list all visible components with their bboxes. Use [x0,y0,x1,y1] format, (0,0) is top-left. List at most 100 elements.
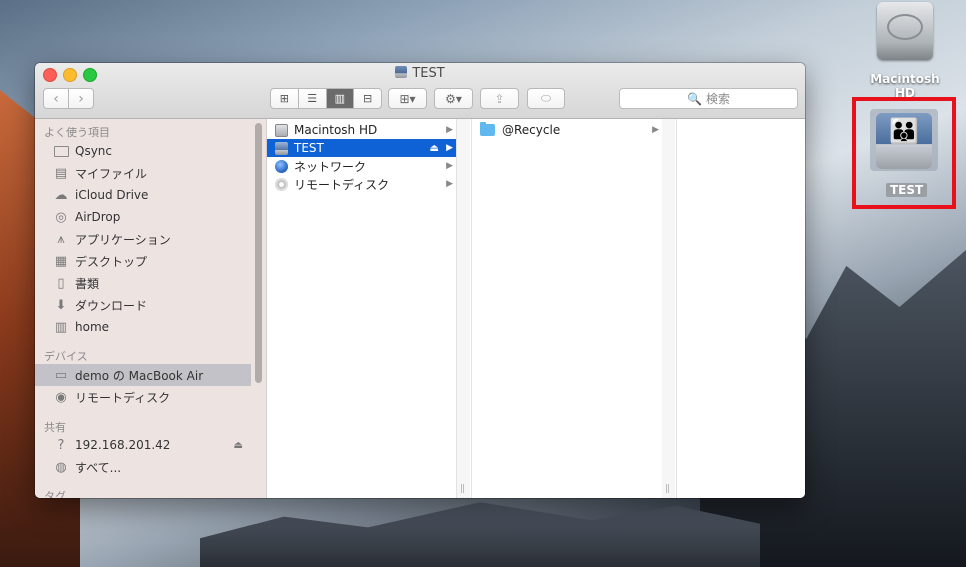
sidebar-item-my-files[interactable]: ▤ マイファイル [35,162,251,184]
row-label: リモートディスク [294,177,390,192]
arrange-button[interactable]: ⊞▾ [388,88,427,109]
laptop-icon: ▭ [54,367,68,383]
sidebar-item-downloads[interactable]: ⬇ ダウンロード [35,294,251,316]
sidebar-scrollbar[interactable] [255,123,262,383]
sidebar-item-label: すべて... [75,460,122,475]
network-volume-icon [274,141,288,155]
cover-flow-icon: ⊟ [363,92,373,105]
hard-drive-icon [877,2,933,60]
tag-button[interactable]: ⬭ [527,88,565,109]
sidebar-item-label: home [75,320,110,334]
sidebar-item-desktop[interactable]: ▦ デスクトップ [35,250,251,272]
column-row-test[interactable]: TEST ⏏ ▶ [267,139,456,157]
remote-disc-icon: ◉ [55,389,67,405]
cd-icon [274,177,288,191]
sidebar-item-label: iCloud Drive [75,188,149,202]
globe-icon [274,159,288,173]
column-row-remote-disc[interactable]: リモートディスク ▶ [267,175,456,193]
sidebar-item-label: マイファイル [75,166,148,181]
search-icon: 🔍 [687,91,702,106]
browser-column-3 [676,119,805,498]
sidebar-item-server[interactable]: ? 192.168.201.42 ⏏ [35,434,251,456]
column-resize-handle-icon[interactable]: || [460,484,465,494]
gear-icon: ⚙▾ [445,91,462,106]
disclosure-arrow-icon: ▶ [652,125,659,135]
action-button[interactable]: ⚙▾ [434,88,473,109]
network-icon: ◍ [55,459,67,475]
downloads-icon: ⬇ [55,297,67,313]
column-divider[interactable]: || [457,119,470,498]
desktop-icon-label: Macintosh HD [870,72,940,100]
sidebar-item-documents[interactable]: ▯ 書類 [35,272,251,294]
sidebar-item-macbook-air[interactable]: ▭ demo の MacBook Air [35,364,251,386]
column-row-macintosh-hd[interactable]: Macintosh HD ▶ [267,121,456,139]
applications-icon: ⩚ [57,231,65,247]
columns-icon: ▥ [334,92,346,105]
finder-window: TEST ‹ › ⊞ ☰ ▥ ⊟ ⊞▾ ⚙▾ ⇪ ⬭ 🔍 検索 よく使う項目 Q… [35,63,805,498]
share-button[interactable]: ⇪ [480,88,519,109]
tag-icon: ⬭ [540,91,552,105]
sidebar-item-label: ダウンロード [75,298,148,313]
back-button[interactable]: ‹ [44,89,68,108]
documents-icon: ▯ [57,275,65,291]
disclosure-arrow-icon: ▶ [446,179,453,189]
search-field[interactable]: 🔍 検索 [619,88,798,109]
column-divider[interactable]: || [662,119,675,498]
sidebar-item-remote-disc[interactable]: ◉ リモートディスク [35,386,251,408]
window-title: TEST [35,66,805,81]
sidebar-item-label: デスクトップ [75,254,148,269]
row-label: ネットワーク [294,159,367,174]
sidebar-section-header: 共有 [44,421,66,434]
sidebar-section-header: よく使う項目 [44,126,110,139]
arrange-icon: ⊞▾ [399,91,416,106]
home-icon: ▥ [54,319,68,335]
column-row-recycle[interactable]: @Recycle ▶ [472,121,662,139]
sidebar-item-airdrop[interactable]: ◎ AirDrop [35,206,251,228]
browser-column-1: Macintosh HD ▶ TEST ⏏ ▶ ネットワーク ▶ リモートディス… [267,119,457,498]
disclosure-arrow-icon: ▶ [446,161,453,171]
desktop-wallpaper-bottom [200,502,760,567]
sidebar: よく使う項目 Qsync ▤ マイファイル ☁ iCloud Drive ◎ A… [35,119,267,498]
share-icon: ⇪ [494,91,505,106]
row-label: @Recycle [502,123,561,137]
eject-icon[interactable]: ⏏ [234,440,243,451]
sidebar-item-label: demo の MacBook Air [75,368,204,383]
folder-icon [53,143,69,159]
volume-icon [395,66,408,78]
row-label: TEST [294,141,324,155]
column-resize-handle-icon[interactable]: || [665,484,670,494]
sidebar-section-header: タグ [44,490,66,498]
desktop-icon-macintosh-hd[interactable]: Macintosh HD [860,2,950,100]
list-view-button[interactable]: ☰ [297,89,326,108]
cover-flow-button[interactable]: ⊟ [353,89,381,108]
shared-volume-icon: 👪 [876,113,932,169]
forward-button[interactable]: › [68,89,93,108]
sidebar-item-label: Qsync [75,144,113,158]
airdrop-icon: ◎ [55,209,67,225]
column-row-network[interactable]: ネットワーク ▶ [267,157,456,175]
sidebar-item-label: 192.168.201.42 [75,438,171,452]
row-label: Macintosh HD [294,123,378,137]
sidebar-item-all-network[interactable]: ◍ すべて... [35,456,251,478]
eject-icon[interactable]: ⏏ [430,143,439,154]
column-view-button[interactable]: ▥ [325,89,354,108]
desktop-icon-label: TEST [886,183,928,197]
disclosure-arrow-icon: ▶ [446,125,453,135]
sidebar-item-label: リモートディスク [75,390,171,405]
sidebar-item-home[interactable]: ▥ home [35,316,251,338]
disclosure-arrow-icon: ▶ [446,143,453,153]
sidebar-item-qsync[interactable]: Qsync [35,140,251,162]
sidebar-item-label: AirDrop [75,210,121,224]
desktop-icon-test[interactable]: 👪 TEST [852,97,956,209]
list-icon: ☰ [307,92,318,105]
sidebar-item-label: 書類 [75,276,100,291]
chevron-left-icon: ‹ [53,90,59,107]
cloud-icon: ☁ [54,187,68,203]
sidebar-item-icloud-drive[interactable]: ☁ iCloud Drive [35,184,251,206]
all-files-icon: ▤ [54,165,68,181]
sidebar-item-applications[interactable]: ⩚ アプリケーション [35,228,251,250]
hard-drive-icon [274,123,288,137]
icon-view-button[interactable]: ⊞ [271,89,298,108]
unknown-server-icon: ? [57,437,65,453]
title-bar: TEST ‹ › ⊞ ☰ ▥ ⊟ ⊞▾ ⚙▾ ⇪ ⬭ 🔍 検索 [35,63,805,119]
